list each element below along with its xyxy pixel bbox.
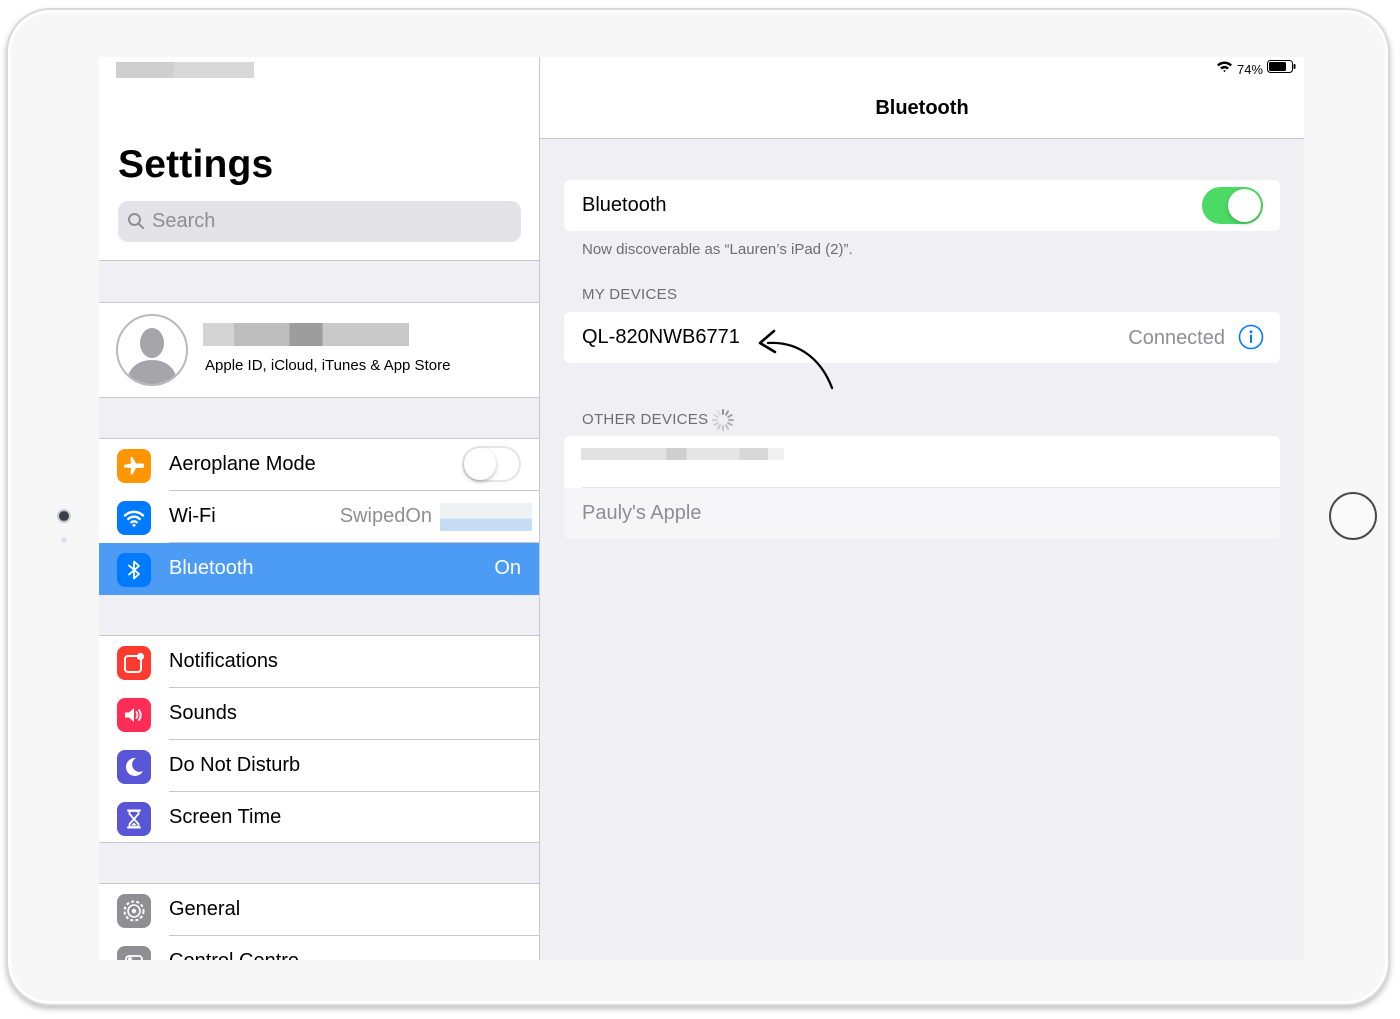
bluetooth-status-value: On bbox=[494, 557, 521, 579]
hourglass-icon bbox=[117, 802, 151, 836]
sidebar-item-label: Aeroplane Mode bbox=[169, 453, 316, 475]
sidebar-item-wifi[interactable]: Wi-Fi SwipedOn bbox=[99, 491, 539, 543]
sidebar-item-label: Screen Time bbox=[169, 806, 282, 828]
home-button[interactable] bbox=[1329, 492, 1377, 540]
sidebar-item-do-not-disturb[interactable]: Do Not Disturb bbox=[99, 740, 539, 792]
info-icon[interactable] bbox=[1238, 324, 1264, 355]
sidebar-item-bluetooth[interactable]: Bluetooth On bbox=[99, 543, 539, 595]
my-devices-header: MY DEVICES bbox=[582, 286, 678, 303]
notifications-icon bbox=[117, 646, 151, 680]
battery-percentage: 74% bbox=[1236, 61, 1263, 77]
other-device-row[interactable] bbox=[564, 436, 1280, 487]
wifi-signal-icon bbox=[1216, 60, 1233, 78]
nav-title: Bluetooth bbox=[875, 97, 969, 119]
navigation-bar: 74% Bluetooth bbox=[540, 57, 1304, 139]
apple-id-row[interactable]: Apple ID, iCloud, iTunes & App Store bbox=[99, 302, 539, 398]
sounds-icon bbox=[117, 698, 151, 732]
settings-sidebar: Settings Apple ID, iCloud, iTunes & App … bbox=[99, 57, 540, 960]
my-device-row[interactable]: QL-820NWB6771 Connected bbox=[564, 312, 1280, 363]
bluetooth-toggle[interactable] bbox=[1202, 187, 1263, 224]
sidebar-item-label: Sounds bbox=[169, 702, 237, 724]
battery-icon bbox=[1267, 60, 1296, 78]
sidebar-item-notifications[interactable]: Notifications bbox=[99, 636, 539, 688]
wifi-network-name: SwipedOn bbox=[339, 505, 432, 527]
status-time-redacted bbox=[116, 62, 254, 78]
search-input[interactable] bbox=[152, 201, 512, 242]
sidebar-item-aeroplane-mode[interactable]: Aeroplane Mode bbox=[99, 439, 539, 491]
wifi-icon bbox=[117, 501, 151, 535]
wifi-name-redacted bbox=[440, 503, 532, 531]
discoverable-note: Now discoverable as “Lauren’s iPad (2)”. bbox=[582, 241, 853, 258]
sidebar-item-label: Bluetooth bbox=[169, 557, 254, 579]
general-group: General Control Centre bbox=[99, 883, 539, 960]
loading-spinner-icon bbox=[711, 408, 735, 437]
other-device-row[interactable]: Pauly's Apple bbox=[564, 488, 1280, 539]
airplane-icon bbox=[117, 449, 151, 483]
annotation-arrow bbox=[758, 329, 834, 390]
sidebar-item-control-centre[interactable]: Control Centre bbox=[99, 936, 539, 960]
sidebar-item-sounds[interactable]: Sounds bbox=[99, 688, 539, 740]
search-icon bbox=[127, 212, 145, 235]
bluetooth-row-label: Bluetooth bbox=[582, 194, 667, 216]
control-centre-icon bbox=[117, 946, 151, 960]
other-devices-header: OTHER DEVICES bbox=[582, 411, 709, 428]
front-camera bbox=[57, 509, 71, 523]
status-bar: 74% bbox=[1216, 60, 1296, 78]
sidebar-item-label: General bbox=[169, 898, 241, 920]
device-status: Connected bbox=[1128, 327, 1225, 349]
bluetooth-detail-pane: 74% Bluetooth Bluetooth Now discoverable… bbox=[540, 57, 1304, 960]
avatar bbox=[116, 314, 188, 386]
moon-icon bbox=[117, 750, 151, 784]
notifications-group: Notifications Sounds Do Not Disturb Scre… bbox=[99, 635, 539, 843]
screen: Settings Apple ID, iCloud, iTunes & App … bbox=[99, 57, 1304, 960]
sidebar-item-screen-time[interactable]: Screen Time bbox=[99, 792, 539, 844]
sidebar-item-general[interactable]: General bbox=[99, 884, 539, 936]
page-title: Settings bbox=[118, 143, 274, 186]
apple-id-subtitle: Apple ID, iCloud, iTunes & App Store bbox=[205, 357, 451, 374]
search-field[interactable] bbox=[118, 201, 521, 242]
sidebar-header: Settings bbox=[99, 57, 539, 261]
sidebar-item-label: Notifications bbox=[169, 650, 278, 672]
gear-icon bbox=[117, 894, 151, 928]
sidebar-item-label: Wi-Fi bbox=[169, 505, 216, 527]
device-name: Pauly's Apple bbox=[582, 502, 702, 524]
sidebar-item-label: Control Centre bbox=[169, 950, 299, 960]
sidebar-item-label: Do Not Disturb bbox=[169, 754, 301, 776]
bluetooth-icon bbox=[117, 553, 151, 587]
account-name-redacted bbox=[203, 323, 409, 346]
device-name: QL-820NWB6771 bbox=[582, 326, 740, 348]
connectivity-group: Aeroplane Mode Wi-Fi SwipedOn Bluetooth … bbox=[99, 438, 539, 595]
aeroplane-mode-toggle[interactable] bbox=[462, 446, 521, 482]
bluetooth-toggle-row: Bluetooth bbox=[564, 180, 1280, 231]
light-sensor bbox=[61, 537, 67, 543]
device-name-redacted bbox=[581, 448, 784, 460]
other-devices-list: Pauly's Apple bbox=[564, 436, 1280, 539]
